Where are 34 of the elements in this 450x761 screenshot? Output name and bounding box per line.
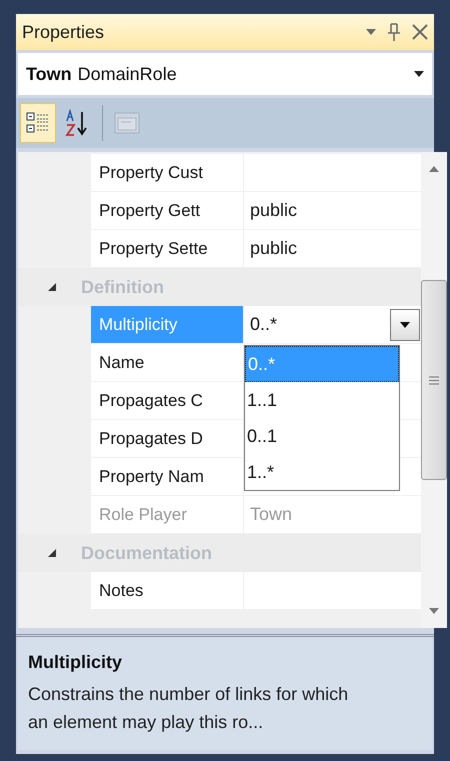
property-name-cell[interactable]: Propagates C — [91, 382, 243, 419]
dropdown-arrow-icon[interactable] — [366, 29, 376, 35]
categorized-list-icon — [26, 111, 50, 135]
property-name-cell[interactable]: Notes — [91, 572, 243, 609]
property-value-cell[interactable]: 0..* — [244, 306, 421, 343]
property-name-cell[interactable]: Propagates D — [91, 420, 243, 457]
property-value-cell[interactable]: public — [244, 192, 421, 229]
object-selector[interactable]: Town DomainRole — [18, 53, 432, 95]
dropdown-option[interactable]: 0..1 — [245, 418, 399, 454]
property-name-cell[interactable]: Name — [91, 344, 243, 381]
description-title: Multiplicity — [28, 651, 123, 674]
scroll-down-icon[interactable] — [429, 608, 439, 614]
property-pages-icon — [114, 111, 140, 135]
grip-icon — [429, 376, 439, 384]
dropdown-arrow-icon — [414, 71, 424, 77]
property-name-cell[interactable]: Property Cust — [91, 154, 243, 191]
window-title: Properties — [22, 20, 106, 44]
pin-icon[interactable] — [388, 23, 400, 41]
property-name-cell[interactable]: Property Nam — [91, 458, 243, 495]
object-name: Town — [26, 62, 72, 86]
dropdown-button[interactable] — [390, 308, 420, 340]
dropdown-option[interactable]: 1..* — [245, 454, 399, 490]
property-name-cell[interactable]: Property Gett — [91, 192, 243, 229]
scrollbar[interactable] — [421, 152, 447, 628]
scroll-up-icon[interactable] — [429, 166, 439, 172]
close-icon[interactable] — [412, 24, 428, 40]
property-name-cell[interactable]: Property Sette — [91, 230, 243, 267]
property-value-cell[interactable]: public — [244, 230, 421, 267]
object-type: DomainRole — [78, 62, 178, 86]
description-text: Constrains the number of links for which an element may play this ro... — [28, 683, 350, 734]
dropdown-arrow-icon — [400, 322, 410, 328]
categorized-button[interactable] — [20, 103, 56, 143]
scroll-thumb[interactable] — [421, 280, 447, 480]
dropdown-option[interactable]: 1..1 — [245, 382, 399, 418]
